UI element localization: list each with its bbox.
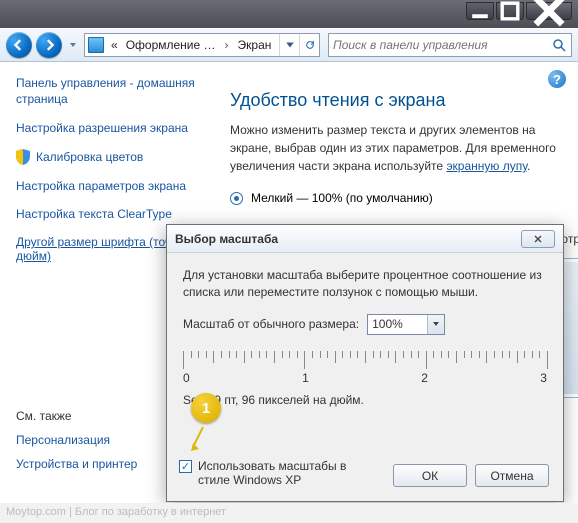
minimize-button[interactable] [466, 2, 494, 20]
see-also: См. также Персонализация Устройства и пр… [16, 409, 137, 485]
scale-combobox[interactable]: 100% [367, 314, 445, 335]
magnifier-link[interactable]: экранную лупу [446, 159, 527, 173]
dialog-body: Для установки масштаба выберите процентн… [167, 253, 563, 501]
see-also-title: См. также [16, 409, 137, 423]
sample-text: Sego 9 пт, 96 пикселей на дюйм. [183, 393, 547, 407]
sidebar-item-calibration[interactable]: Калибровка цветов [16, 149, 202, 165]
window-titlebar [0, 0, 578, 28]
sidebar-item-label: Калибровка цветов [36, 150, 143, 164]
breadcrumb-seg2[interactable]: Экран [234, 38, 276, 52]
callout-arrow-icon [189, 423, 219, 453]
forward-button[interactable] [36, 32, 62, 58]
location-icon [88, 37, 104, 53]
ok-button[interactable]: ОК [393, 464, 467, 487]
address-bar[interactable]: « Оформление … › Экран [84, 33, 320, 57]
breadcrumb-prefix: « [107, 38, 122, 52]
sidebar-item-display-params[interactable]: Настройка параметров экрана [16, 179, 202, 193]
page-description: Можно изменить размер текста и других эл… [230, 121, 562, 175]
option-label: Мелкий — 100% (по умолчанию) [251, 191, 433, 205]
search-icon[interactable] [547, 34, 571, 56]
close-button[interactable] [526, 2, 572, 20]
chevron-down-icon[interactable] [427, 315, 444, 334]
footer-watermark: Moytop.com | Блог по заработку в интерне… [0, 503, 578, 523]
search-input[interactable] [329, 38, 547, 52]
checkbox-label: Использовать масштабы в стиле Windows XP [198, 459, 359, 487]
ruler-mark-2: 2 [421, 371, 428, 385]
shield-icon [16, 149, 30, 165]
refresh-icon[interactable] [299, 34, 319, 56]
search-box[interactable] [328, 33, 572, 57]
dialog-intro: Для установки масштаба выберите процентн… [183, 267, 547, 302]
xp-scale-checkbox-row[interactable]: ✓ Использовать масштабы в стиле Windows … [179, 459, 359, 487]
maximize-button[interactable] [496, 2, 524, 20]
ruler-mark-3: 3 [540, 371, 547, 385]
sidebar-item-resolution[interactable]: Настройка разрешения экрана [16, 121, 202, 135]
callout-badge: 1 [191, 393, 221, 423]
scale-label: Масштаб от обычного размера: [183, 317, 359, 331]
window-buttons [466, 2, 572, 20]
ruler-mark-0: 0 [183, 371, 190, 385]
back-button[interactable] [6, 32, 32, 58]
dialog-title: Выбор масштаба [175, 232, 278, 246]
radio-icon[interactable] [230, 192, 243, 205]
scale-value: 100% [372, 317, 403, 331]
size-option-small[interactable]: Мелкий — 100% (по умолчанию) [230, 191, 562, 205]
breadcrumb-seg1[interactable]: Оформление … [122, 38, 220, 52]
cancel-button[interactable]: Отмена [475, 464, 549, 487]
history-dropdown-icon[interactable] [66, 35, 80, 55]
help-icon[interactable]: ? [548, 70, 566, 88]
sidebar-item-cleartype[interactable]: Настройка текста ClearType [16, 207, 202, 221]
ruler-mark-1: 1 [302, 371, 309, 385]
breadcrumb-dropdown-icon[interactable] [279, 34, 299, 56]
sidebar-header-link[interactable]: Панель управления - домашняя страница [16, 76, 202, 107]
breadcrumb-sep: › [220, 38, 234, 52]
ruler-slider[interactable]: 0 1 2 3 [183, 341, 547, 385]
checkbox-icon[interactable]: ✓ [179, 460, 192, 473]
dialog-close-button[interactable] [521, 230, 555, 248]
see-also-personalization[interactable]: Персонализация [16, 433, 137, 447]
see-also-devices[interactable]: Устройства и принтер [16, 457, 137, 471]
scale-dialog: Выбор масштаба Для установки масштаба вы… [166, 224, 564, 502]
dialog-titlebar[interactable]: Выбор масштаба [167, 225, 563, 253]
desc-post: . [527, 159, 530, 173]
page-title: Удобство чтения с экрана [230, 90, 562, 111]
nav-toolbar: « Оформление … › Экран [0, 28, 578, 62]
